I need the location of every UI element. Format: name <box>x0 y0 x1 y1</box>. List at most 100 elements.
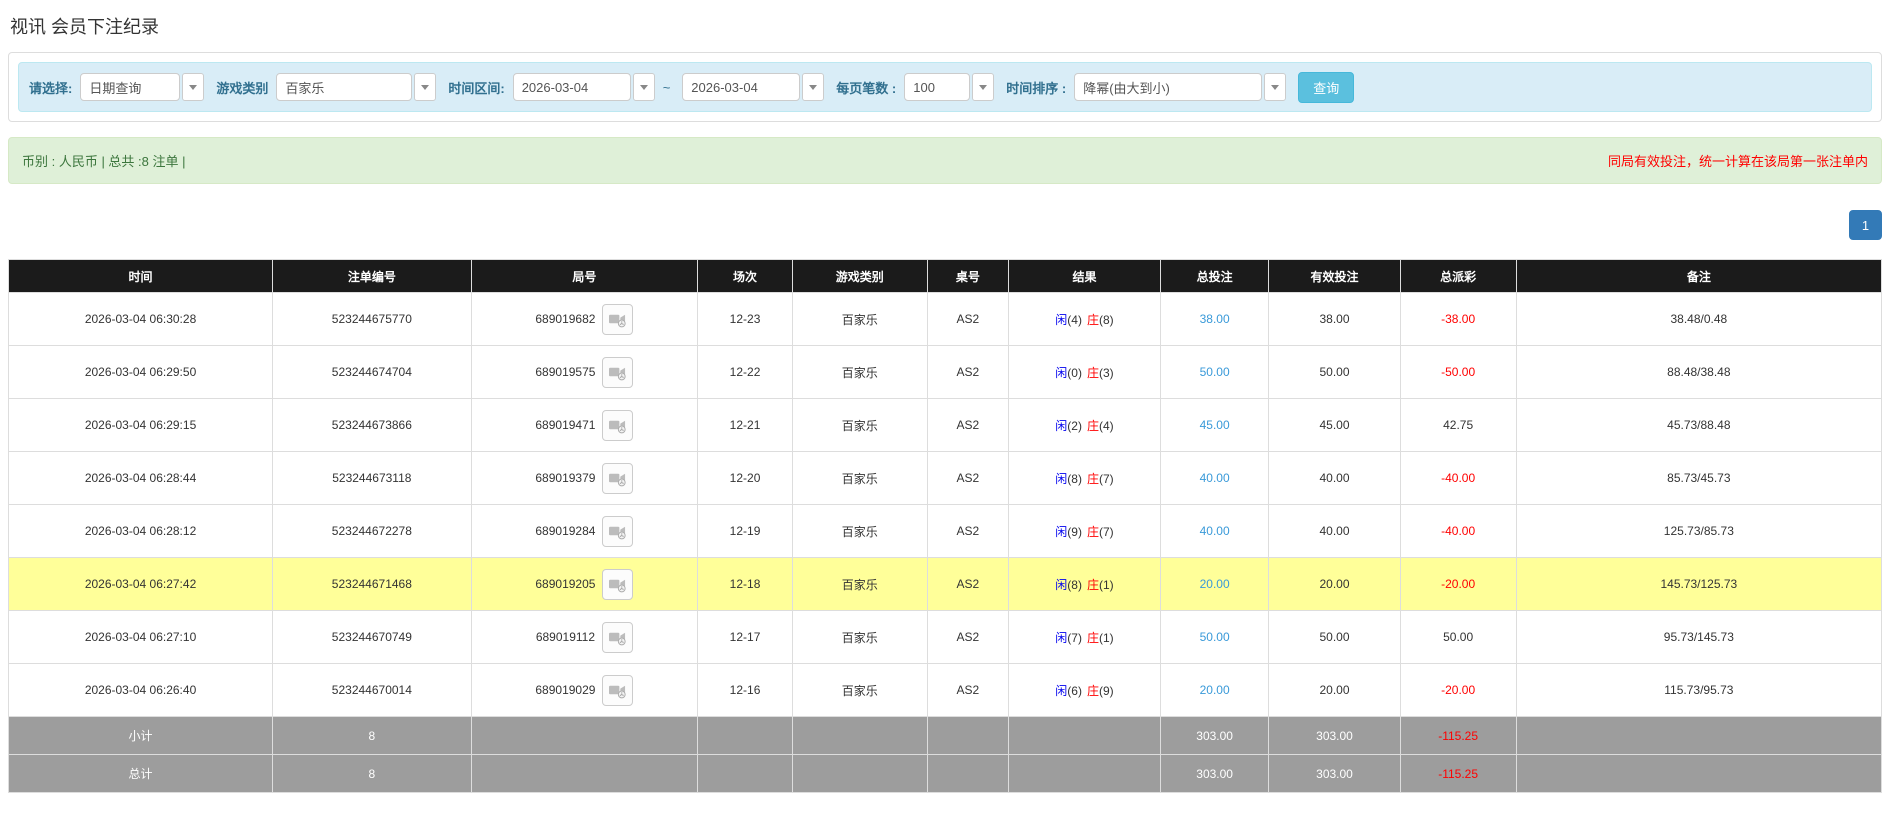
result-banker-label: 庄 <box>1086 683 1099 698</box>
query-type-dropdown-button[interactable] <box>182 73 205 101</box>
table-row[interactable]: 2026-03-04 06:27:42 523244671468 6890192… <box>7 557 1883 611</box>
page-1-button[interactable]: 1 <box>1849 210 1882 240</box>
table-row[interactable]: 2026-03-04 06:29:15 523244673866 6890194… <box>7 398 1883 452</box>
total-label: 总计 <box>7 754 274 793</box>
result-player-label: 闲 <box>1055 630 1068 645</box>
remark-cell: 115.73/95.73 <box>1515 663 1883 717</box>
result-banker-score: (8) <box>1098 312 1114 327</box>
video-icon <box>609 473 627 486</box>
valid-bet-cell: 20.00 <box>1268 663 1401 717</box>
table-row[interactable]: 2026-03-04 06:28:12 523244672278 6890192… <box>7 504 1883 558</box>
remark-cell: 85.73/45.73 <box>1515 451 1883 505</box>
payout-cell: 42.75 <box>1399 398 1517 452</box>
table-row[interactable]: 2026-03-04 06:27:10 523244670749 6890191… <box>7 610 1883 664</box>
video-replay-button[interactable] <box>602 674 634 706</box>
valid-bet-cell: 40.00 <box>1268 451 1401 505</box>
result-banker-score: (7) <box>1098 471 1114 486</box>
total-bet-link[interactable]: 50.00 <box>1159 610 1270 664</box>
page-size-input[interactable] <box>904 73 971 101</box>
header-payout: 总派彩 <box>1399 259 1517 293</box>
result-player-score: (0) <box>1067 365 1082 380</box>
caret-down-icon <box>639 84 648 90</box>
total-bet-link[interactable]: 20.00 <box>1159 557 1270 611</box>
video-icon <box>609 632 626 645</box>
bet-id-cell: 523244672278 <box>272 504 472 558</box>
remark-cell: 145.73/125.73 <box>1515 557 1883 611</box>
video-replay-button[interactable] <box>602 568 634 600</box>
records-table: 时间 注单编号 局号 场次 游戏类别 桌号 结果 总投注 有效投注 总派彩 备注… <box>7 259 1883 793</box>
header-total-bet: 总投注 <box>1159 259 1270 293</box>
sort-input[interactable] <box>1074 73 1263 101</box>
table-no-cell: AS2 <box>926 292 1010 346</box>
session-cell: 12-17 <box>697 610 793 664</box>
table-no-cell: AS2 <box>926 398 1010 452</box>
result-player-label: 闲 <box>1055 524 1068 539</box>
page-size-dropdown-button[interactable] <box>972 73 995 101</box>
header-result: 结果 <box>1008 259 1161 293</box>
video-replay-button[interactable] <box>602 303 634 335</box>
page-size-label: 每页笔数 : <box>836 80 897 96</box>
table-no-cell: AS2 <box>926 451 1010 505</box>
round-id: 689019575 <box>535 365 596 379</box>
result-player-score: (8) <box>1067 471 1082 486</box>
session-cell: 12-16 <box>697 663 793 717</box>
session-cell: 12-18 <box>697 557 793 611</box>
game-type-cell: 百家乐 <box>791 663 928 717</box>
game-type-input[interactable] <box>276 73 413 101</box>
video-replay-button[interactable] <box>602 515 634 547</box>
round-cell: 689019575 <box>470 345 699 399</box>
round-cell: 689019284 <box>470 504 699 558</box>
video-replay-button[interactable] <box>602 356 634 388</box>
payout-cell: -40.00 <box>1399 451 1517 505</box>
table-row[interactable]: 2026-03-04 06:26:40 523244670014 6890190… <box>7 663 1883 717</box>
time-cell: 2026-03-04 06:29:50 <box>7 345 274 399</box>
result-banker-score: (7) <box>1098 524 1114 539</box>
total-bet-link[interactable]: 45.00 <box>1159 398 1270 452</box>
round-cell: 689019112 <box>470 610 699 664</box>
query-type-input[interactable] <box>80 73 181 101</box>
table-row[interactable]: 2026-03-04 06:30:28 523244675770 6890196… <box>7 292 1883 346</box>
round-id: 689019379 <box>535 471 596 485</box>
filter-panel: 请选择: 游戏类别 时间区间: ~ 每页笔数 : <box>8 52 1882 122</box>
total-bet-link[interactable]: 40.00 <box>1159 451 1270 505</box>
result-banker-label: 庄 <box>1086 312 1099 327</box>
date-to-input[interactable] <box>682 73 801 101</box>
game-type-dropdown-button[interactable] <box>414 73 437 101</box>
total-count: 8 <box>272 754 472 793</box>
date-from-dropdown-button[interactable] <box>632 73 655 101</box>
subtotal-count: 8 <box>272 716 472 755</box>
date-to-dropdown-button[interactable] <box>802 73 825 101</box>
video-replay-button[interactable] <box>602 462 634 494</box>
total-bet-link[interactable]: 38.00 <box>1159 292 1270 346</box>
video-replay-button[interactable] <box>602 621 634 653</box>
subtotal-payout: -115.25 <box>1399 716 1517 755</box>
table-row[interactable]: 2026-03-04 06:28:44 523244673118 6890193… <box>7 451 1883 505</box>
payout-cell: -50.00 <box>1399 345 1517 399</box>
session-cell: 12-23 <box>697 292 793 346</box>
subtotal-label: 小计 <box>7 716 274 755</box>
query-type-group: 请选择: <box>29 73 205 101</box>
video-icon <box>609 685 627 698</box>
search-button[interactable]: 查询 <box>1298 71 1355 103</box>
round-id: 689019029 <box>535 683 596 697</box>
round-id: 689019682 <box>535 312 596 326</box>
valid-bet-cell: 20.00 <box>1268 557 1401 611</box>
payout-cell: -38.00 <box>1399 292 1517 346</box>
total-bet-link[interactable]: 20.00 <box>1159 663 1270 717</box>
session-cell: 12-19 <box>697 504 793 558</box>
total-bet-link[interactable]: 40.00 <box>1159 504 1270 558</box>
result-player-label: 闲 <box>1055 418 1068 433</box>
valid-bet-cell: 40.00 <box>1268 504 1401 558</box>
date-from-input[interactable] <box>512 73 631 101</box>
subtotal-valid-bet: 303.00 <box>1268 716 1401 755</box>
table-row[interactable]: 2026-03-04 06:29:50 523244674704 6890195… <box>7 345 1883 399</box>
result-cell: 闲(2) 庄(4) <box>1008 398 1161 452</box>
game-type-cell: 百家乐 <box>791 610 928 664</box>
filter-bar: 请选择: 游戏类别 时间区间: ~ 每页笔数 : <box>18 62 1872 112</box>
header-table-no: 桌号 <box>926 259 1010 293</box>
result-banker-label: 庄 <box>1086 524 1099 539</box>
video-replay-button[interactable] <box>602 409 634 441</box>
sort-dropdown-button[interactable] <box>1264 73 1287 101</box>
table-no-cell: AS2 <box>926 610 1010 664</box>
total-bet-link[interactable]: 50.00 <box>1159 345 1270 399</box>
